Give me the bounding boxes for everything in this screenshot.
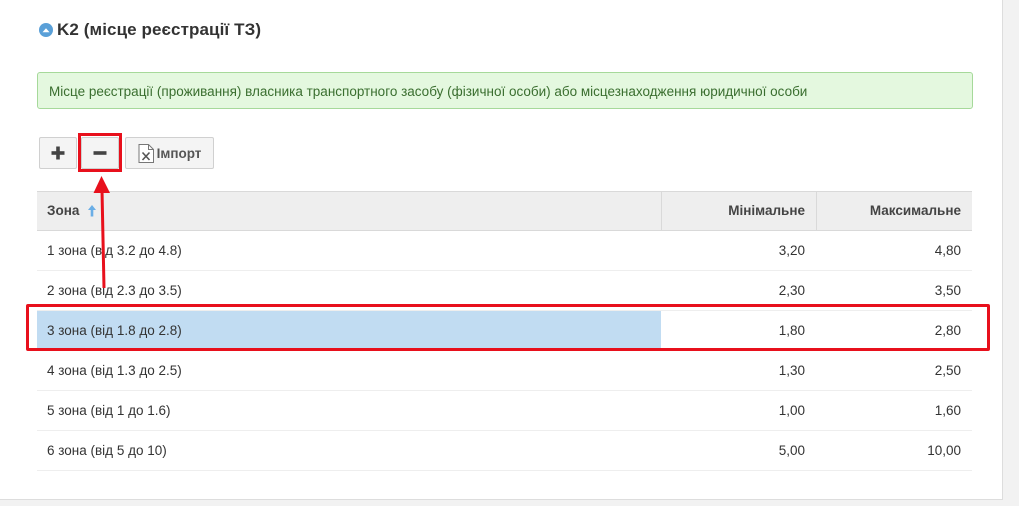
cell-min: 3,20 xyxy=(778,243,805,258)
column-header-min[interactable]: Мінімальне xyxy=(661,192,816,230)
column-header-max[interactable]: Максимальне xyxy=(816,192,972,230)
chevron-up-icon[interactable] xyxy=(39,23,53,37)
content-panel: K2 (місце реєстрації ТЗ) Місце реєстраці… xyxy=(0,0,1003,500)
grid-header: Зона Мінімальне Максимальне xyxy=(37,191,972,231)
cell-max: 2,50 xyxy=(934,363,961,378)
grid-body: 1 зона (від 3.2 до 4.8) 3,20 4,80 2 зона (в… xyxy=(37,231,972,471)
table-row[interactable]: 1 зона (від 3.2 до 4.8) 3,20 4,80 xyxy=(37,231,972,271)
plus-icon xyxy=(51,146,65,160)
add-row-button[interactable] xyxy=(39,137,77,169)
arrow-up-icon xyxy=(88,204,97,217)
table-row[interactable]: 4 зона (від 1.3 до 2.5) 1,30 2,50 xyxy=(37,351,972,391)
cell-max: 3,50 xyxy=(934,283,961,298)
column-header-zone-label: Зона xyxy=(47,203,80,218)
table-row[interactable]: 3 зона (від 1.8 до 2.8) 1,80 2,80 xyxy=(37,311,972,351)
excel-icon xyxy=(138,143,154,163)
cell-min: 1,00 xyxy=(778,403,805,418)
info-note: Місце реєстрації (проживання) власника т… xyxy=(37,72,973,109)
grid-toolbar: Імпорт xyxy=(39,137,218,169)
cell-min: 2,30 xyxy=(778,283,805,298)
cell-max: 1,60 xyxy=(934,403,961,418)
cell-min: 1,80 xyxy=(778,323,805,338)
section-title: K2 (місце реєстрації ТЗ) xyxy=(57,20,262,39)
cell-max: 4,80 xyxy=(934,243,961,258)
section-header: K2 (місце реєстрації ТЗ) xyxy=(39,20,261,40)
cell-zone: 6 зона (від 5 до 10) xyxy=(47,443,167,458)
cell-zone: 1 зона (від 3.2 до 4.8) xyxy=(47,243,182,258)
cell-min: 1,30 xyxy=(778,363,805,378)
minus-icon xyxy=(93,151,107,155)
cell-zone: 3 зона (від 1.8 до 2.8) xyxy=(37,311,661,350)
zones-grid: Зона Мінімальне Максимальне 1 зона (від … xyxy=(37,191,972,471)
cell-min: 5,00 xyxy=(778,443,805,458)
column-header-zone[interactable]: Зона xyxy=(37,192,661,230)
cell-max: 2,80 xyxy=(934,323,961,338)
table-row[interactable]: 2 зона (від 2.3 до 3.5) 2,30 3,50 xyxy=(37,271,972,311)
cell-zone: 2 зона (від 2.3 до 3.5) xyxy=(47,283,182,298)
import-button[interactable]: Імпорт xyxy=(125,137,214,169)
cell-zone: 4 зона (від 1.3 до 2.5) xyxy=(47,363,182,378)
cell-zone: 5 зона (від 1 до 1.6) xyxy=(47,403,171,418)
remove-row-button[interactable] xyxy=(81,137,119,169)
cell-max: 10,00 xyxy=(927,443,961,458)
import-label: Імпорт xyxy=(156,145,202,161)
table-row[interactable]: 5 зона (від 1 до 1.6) 1,00 1,60 xyxy=(37,391,972,431)
table-row[interactable]: 6 зона (від 5 до 10) 5,00 10,00 xyxy=(37,431,972,471)
